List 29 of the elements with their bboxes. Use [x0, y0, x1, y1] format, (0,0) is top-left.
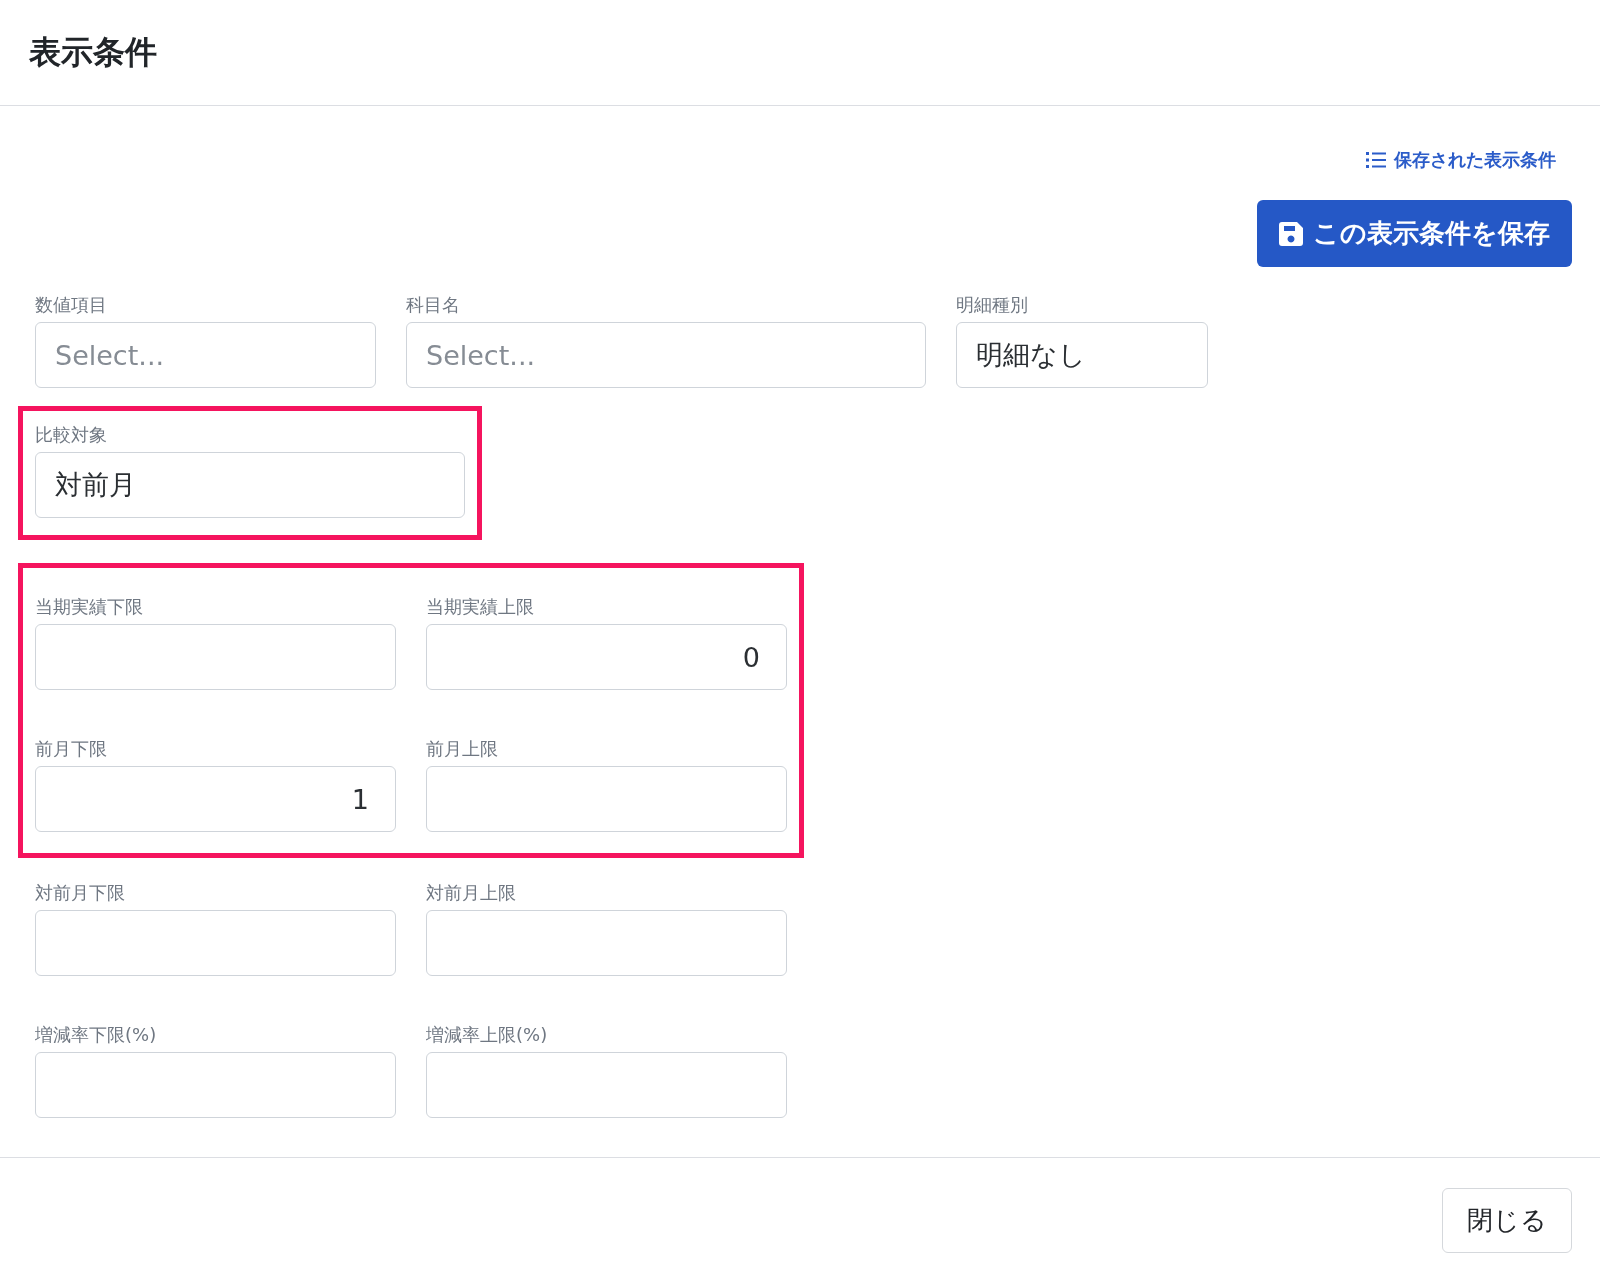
field-label: 前月上限	[426, 738, 498, 760]
field-label: 科目名	[406, 294, 460, 316]
field-label: 増減率上限(%)	[426, 1024, 548, 1046]
number-input[interactable]: 0	[426, 624, 787, 690]
number-input[interactable]	[35, 1052, 396, 1118]
saved-conditions-link[interactable]: 保存された表示条件	[1366, 148, 1556, 172]
field-label: 明細種別	[956, 294, 1028, 316]
number-input[interactable]: 1	[35, 766, 396, 832]
field-label: 対前月上限	[426, 882, 516, 904]
select-field[interactable]: Select...	[35, 322, 376, 388]
field-label: 当期実績上限	[426, 596, 534, 618]
save-button[interactable]: この表示条件を保存	[1257, 200, 1572, 267]
field-label: 比較対象	[35, 424, 107, 446]
list-icon	[1366, 152, 1386, 168]
number-input[interactable]	[426, 910, 787, 976]
field-label: 当期実績下限	[35, 596, 143, 618]
field-label: 増減率下限(%)	[35, 1024, 157, 1046]
select-field[interactable]: Select...	[406, 322, 926, 388]
dialog-title: 表示条件	[29, 33, 157, 72]
field-label: 対前月下限	[35, 882, 125, 904]
select-field[interactable]: 明細なし	[956, 322, 1208, 388]
number-input[interactable]	[35, 910, 396, 976]
field-label: 数値項目	[35, 294, 107, 316]
field-label: 前月下限	[35, 738, 107, 760]
select-field[interactable]: 対前月	[35, 452, 465, 518]
number-input[interactable]	[426, 1052, 787, 1118]
number-input[interactable]	[35, 624, 396, 690]
number-input[interactable]	[426, 766, 787, 832]
close-button[interactable]: 閉じる	[1442, 1188, 1572, 1253]
